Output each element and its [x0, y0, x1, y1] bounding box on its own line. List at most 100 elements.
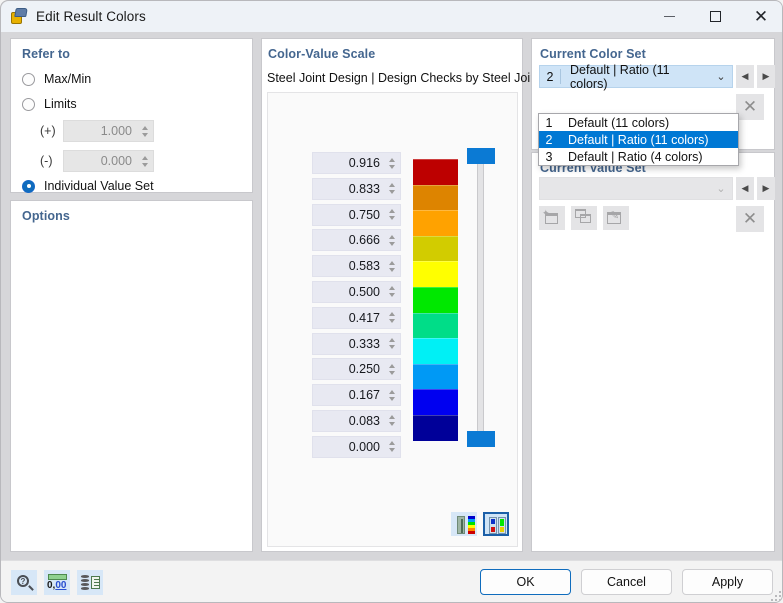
scale-value-stepper[interactable] [386, 385, 400, 405]
stepper-up-icon [388, 338, 395, 343]
scale-value-stepper[interactable] [386, 308, 400, 328]
maximize-icon [709, 11, 721, 22]
delete-color-set-button[interactable]: ✕ [736, 94, 764, 120]
limit-negative-stepper[interactable] [139, 151, 153, 171]
stepper-down-icon [388, 190, 395, 195]
radio-limits[interactable]: Limits [22, 97, 77, 111]
color-swatch[interactable] [413, 338, 458, 364]
scale-value-row[interactable]: 0.833 [312, 177, 401, 200]
color-value-scale-subtitle: Steel Joint Design | Design Checks by St… [267, 71, 547, 85]
chevron-down-icon[interactable]: ⌄ [710, 182, 732, 195]
limit-positive-stepper[interactable] [139, 121, 153, 141]
smooth-scale-icon [457, 516, 465, 534]
scale-value-stepper[interactable] [386, 205, 400, 225]
radio-max-min-label: Max/Min [44, 72, 92, 86]
color-swatch[interactable] [413, 389, 458, 415]
color-set-prev-button[interactable]: ◀ [736, 65, 754, 88]
stepper-up-icon [388, 260, 395, 265]
range-slider[interactable] [464, 148, 498, 458]
window-controls: ✕ [646, 1, 782, 32]
decimal-places-button[interactable]: 0,00 [44, 570, 70, 595]
color-swatch[interactable] [413, 184, 458, 211]
minimize-button[interactable] [646, 1, 692, 32]
legend-style-buttons [451, 512, 509, 536]
scale-value-row[interactable]: 0.666 [312, 229, 401, 252]
color-value-scale-title: Color-Value Scale [268, 47, 376, 61]
color-swatch[interactable] [413, 235, 458, 262]
dropdown-item-label: Default (11 colors) [568, 115, 670, 130]
color-value-scale-canvas: 0.916 0.833 0.750 0.666 0.583 0.500 0.417 0.333… [267, 92, 518, 547]
radio-individual-value-set-indicator [22, 179, 35, 193]
scale-value-stepper[interactable] [386, 256, 400, 276]
scale-value-row[interactable]: 0.333 [312, 332, 401, 355]
cancel-button[interactable]: Cancel [581, 569, 672, 595]
edit-value-set-button[interactable]: ✎ [603, 206, 629, 230]
stepped-color-scale-button[interactable] [483, 512, 509, 536]
help-button[interactable]: ? [11, 570, 37, 595]
scale-value-text: 0.000 [348, 439, 380, 454]
scale-value-stepper[interactable] [386, 334, 400, 354]
duplicate-window-front-icon [579, 213, 592, 223]
scale-value-row[interactable]: 0.000 [312, 435, 401, 458]
scale-value-stepper[interactable] [386, 230, 400, 250]
ok-button[interactable]: OK [480, 569, 571, 595]
stepper-up-icon [388, 234, 395, 239]
color-set-next-button[interactable]: ▶ [757, 65, 775, 88]
color-set-dropdown-item[interactable]: 2 Default | Ratio (11 colors) [539, 131, 738, 148]
scale-value-row[interactable]: 0.750 [312, 203, 401, 226]
limit-positive-input[interactable]: 1.000 [63, 120, 154, 142]
color-set-dropdown-list[interactable]: 1 Default (11 colors) 2 Default | Ratio (11… [538, 113, 739, 166]
scale-value-row[interactable]: 0.083 [312, 409, 401, 432]
title-bar[interactable]: Edit Result Colors ✕ [1, 1, 782, 32]
radio-limits-indicator [22, 97, 35, 111]
limit-negative-input[interactable]: 0.000 [63, 150, 154, 172]
current-color-set-combo[interactable]: 2 Default | Ratio (11 colors) ⌄ [539, 63, 733, 91]
scale-value-row[interactable]: 0.583 [312, 255, 401, 278]
number-format-icon: 0,00 [47, 580, 67, 591]
scale-value-stepper[interactable] [386, 437, 400, 457]
current-value-set-combo[interactable]: ⌄ [539, 177, 733, 200]
slider-handle-top[interactable] [467, 148, 495, 164]
radio-individual-value-set[interactable]: Individual Value Set [22, 179, 154, 193]
scale-value-stepper[interactable] [386, 179, 400, 199]
smooth-color-scale-button[interactable] [451, 512, 477, 536]
current-color-set-title: Current Color Set [540, 47, 646, 61]
sparkle-icon: ✦ [542, 208, 550, 218]
copy-to-clipboard-button[interactable] [77, 570, 103, 595]
color-value-scale-panel: Color-Value Scale Steel Joint Design | D… [261, 38, 547, 552]
scale-value-row[interactable]: 0.916 [312, 152, 401, 174]
color-swatch[interactable] [413, 414, 458, 441]
scale-value-row[interactable]: 0.250 [312, 358, 401, 381]
color-swatch[interactable] [413, 159, 458, 185]
scale-value-row[interactable]: 0.167 [312, 384, 401, 407]
scale-value-stepper[interactable] [386, 411, 400, 431]
value-set-next-button[interactable]: ▶ [757, 177, 775, 200]
maximize-button[interactable] [692, 1, 738, 32]
stepper-up-icon [388, 389, 395, 394]
slider-handle-bottom[interactable] [467, 431, 495, 447]
duplicate-value-set-button[interactable] [571, 206, 597, 230]
pencil-icon: ✎ [610, 210, 620, 222]
delete-value-set-button[interactable]: ✕ [736, 206, 764, 232]
scale-value-text: 0.750 [348, 207, 380, 222]
color-swatch[interactable] [413, 210, 458, 236]
radio-max-min[interactable]: Max/Min [22, 72, 91, 86]
scale-value-row[interactable]: 0.417 [312, 306, 401, 329]
new-value-set-button[interactable]: ✦ [539, 206, 565, 230]
color-set-dropdown-item[interactable]: 3 Default | Ratio (4 colors) [539, 148, 738, 165]
color-set-dropdown-item[interactable]: 1 Default (11 colors) [539, 114, 738, 131]
chevron-down-icon[interactable]: ⌄ [710, 70, 732, 83]
scale-value-stepper[interactable] [386, 153, 400, 173]
color-swatch[interactable] [413, 363, 458, 390]
resize-grip[interactable] [770, 590, 781, 601]
scale-value-row[interactable]: 0.500 [312, 280, 401, 303]
color-swatch[interactable] [413, 312, 458, 339]
apply-button[interactable]: Apply [682, 569, 773, 595]
stepper-down-icon [388, 241, 395, 246]
close-button[interactable]: ✕ [738, 1, 782, 32]
value-set-prev-button[interactable]: ◀ [736, 177, 754, 200]
color-swatch[interactable] [413, 261, 458, 287]
scale-value-stepper[interactable] [386, 282, 400, 302]
color-swatch[interactable] [413, 286, 458, 313]
scale-value-stepper[interactable] [386, 359, 400, 379]
